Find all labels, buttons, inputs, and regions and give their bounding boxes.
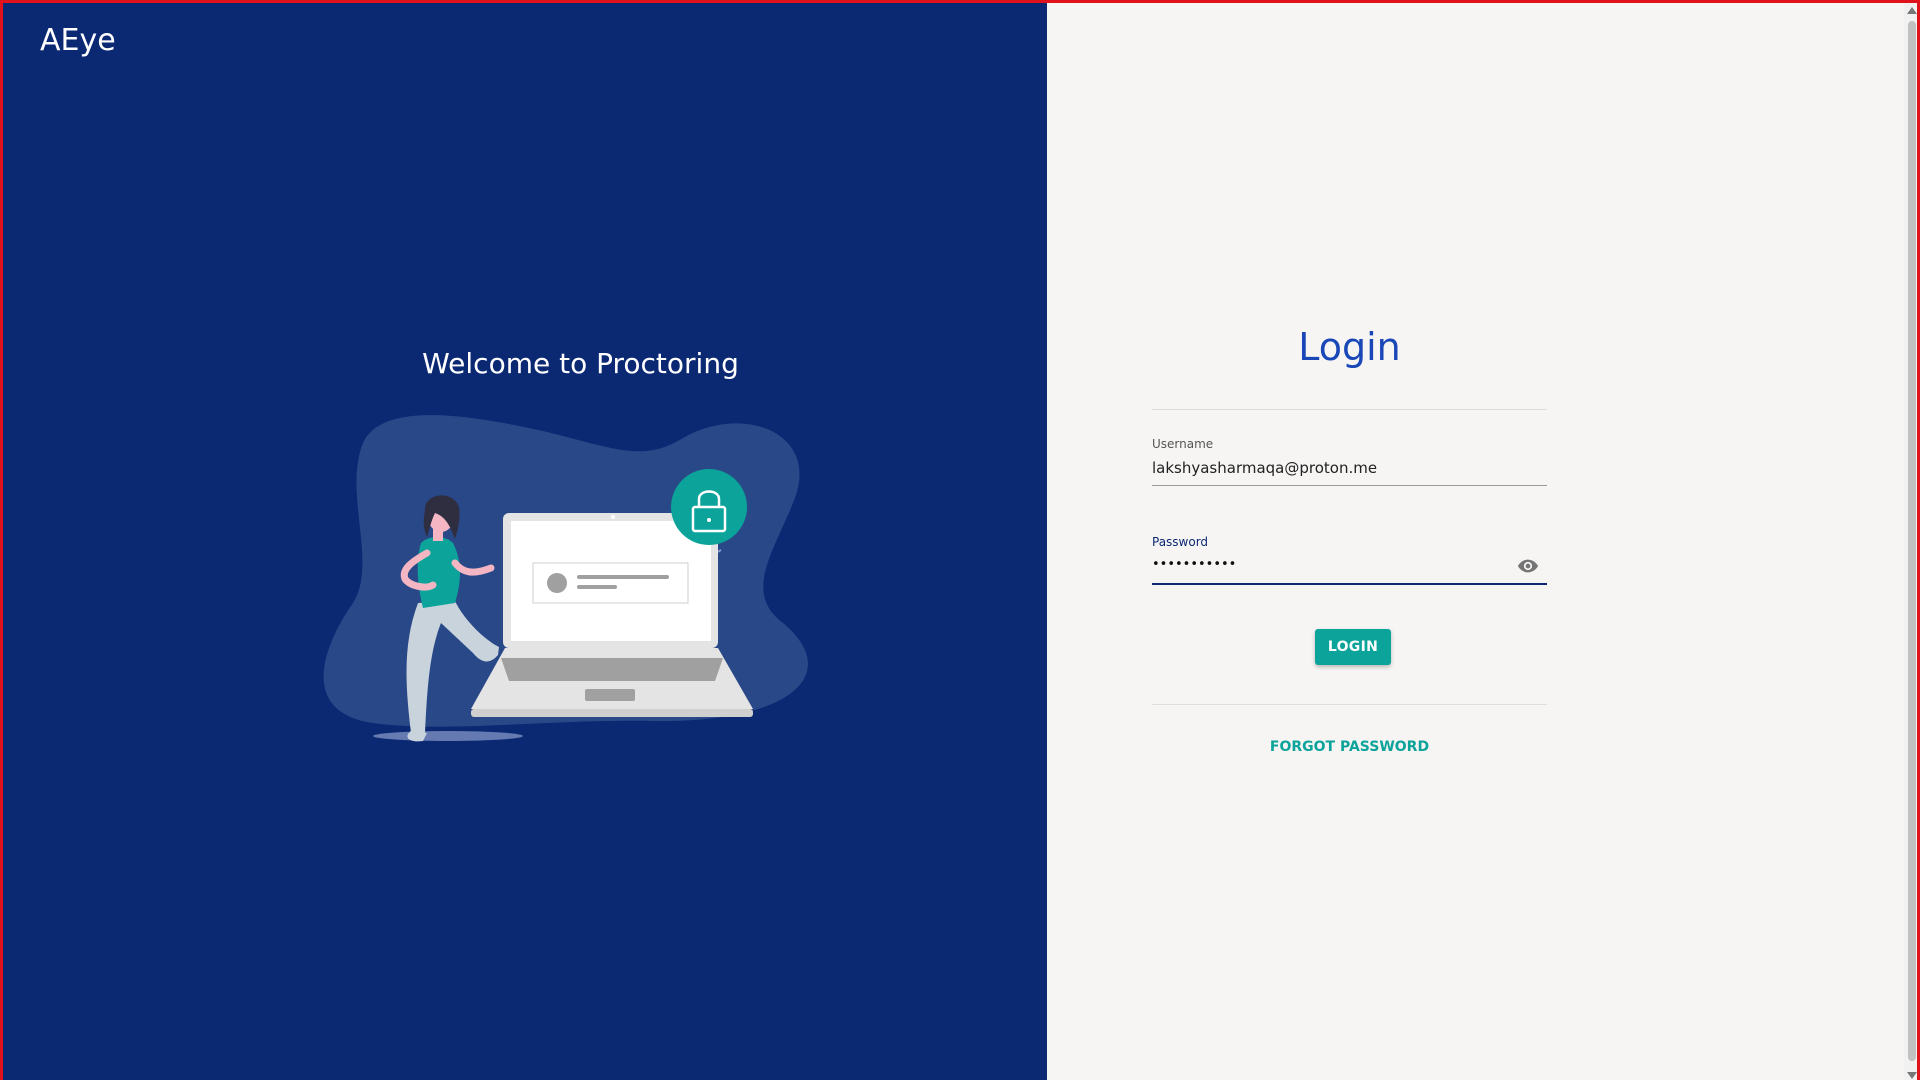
username-label: Username — [1152, 437, 1214, 451]
password-label: Password — [1152, 535, 1209, 549]
scroll-down-arrow-icon[interactable] — [1907, 1072, 1917, 1079]
password-underline — [1152, 583, 1547, 585]
password-input[interactable]: ••••••••••• — [1152, 557, 1236, 572]
login-illustration — [323, 415, 808, 742]
bottom-divider — [1152, 704, 1547, 705]
app-window: AEye Welcome to Proctoring Login Usernam… — [0, 0, 1920, 1080]
username-underline — [1152, 485, 1547, 486]
scroll-thumb[interactable] — [1908, 21, 1916, 1061]
password-field: Password ••••••••••• — [1152, 535, 1547, 587]
brand-logo: AEye — [40, 23, 116, 58]
scroll-up-arrow-icon[interactable] — [1907, 7, 1917, 14]
ground-shadow — [373, 731, 523, 741]
eye-icon[interactable] — [1517, 558, 1539, 574]
card-avatar — [547, 573, 567, 593]
username-input[interactable] — [1152, 453, 1547, 483]
forgot-password-link[interactable]: FORGOT PASSWORD — [1152, 739, 1547, 755]
username-field: Username — [1152, 437, 1547, 489]
login-title: Login — [1298, 325, 1401, 369]
vertical-scrollbar[interactable] — [1904, 3, 1917, 1080]
welcome-panel: AEye Welcome to Proctoring — [3, 3, 1047, 1080]
login-button[interactable]: LOGIN — [1315, 629, 1391, 665]
welcome-heading: Welcome to Proctoring — [422, 347, 739, 380]
top-divider — [1152, 409, 1547, 410]
login-panel: Login Username Password ••••••••••• LOGI… — [1047, 3, 1904, 1080]
